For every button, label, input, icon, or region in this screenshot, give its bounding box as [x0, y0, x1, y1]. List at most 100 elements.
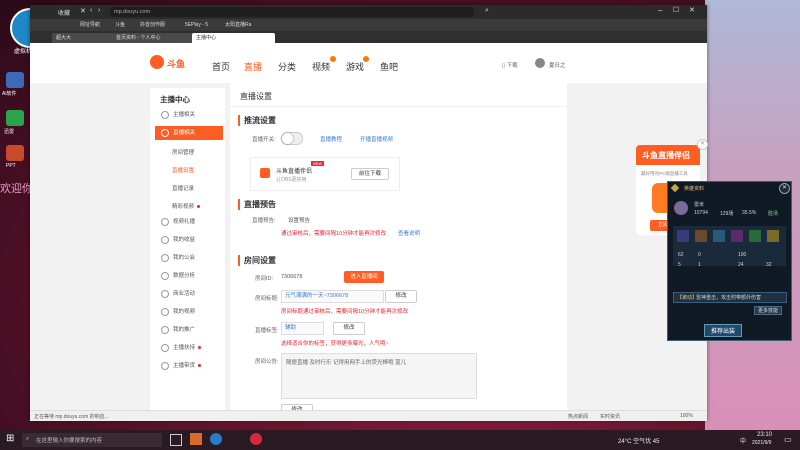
- sidebar-item-analytics[interactable]: 数据分析: [155, 269, 223, 283]
- live-toggle[interactable]: [281, 132, 303, 145]
- preview-help-link[interactable]: 查看说明: [398, 229, 420, 237]
- tab-item[interactable]: 超大大: [52, 33, 115, 43]
- stat-row: 5: [678, 262, 681, 268]
- recommend-build-button[interactable]: 推荐出装: [704, 324, 743, 337]
- notification-dot: [197, 205, 201, 209]
- status-news[interactable]: 热点新闻: [568, 413, 588, 420]
- bookmark-item[interactable]: 斗鱼: [115, 21, 125, 29]
- ime-indicator[interactable]: 中: [740, 436, 746, 445]
- bookmark-item[interactable]: 抖音创作服: [140, 21, 165, 29]
- nav-game[interactable]: 游戏: [346, 60, 364, 73]
- nav-home[interactable]: 首页: [212, 60, 230, 73]
- address-bar[interactable]: mp.douyu.com: [110, 7, 474, 17]
- preview-label: 直播预告:: [252, 218, 276, 224]
- room-title-field[interactable]: 元气满满的一天~7306678: [281, 290, 384, 303]
- record-link[interactable]: 开播直播视频: [360, 135, 393, 143]
- desktop-icon-ai[interactable]: [6, 72, 24, 88]
- preview-warning: 通过审核后，需要间隔10分钟才能再次修改: [281, 231, 387, 237]
- task-view-icon[interactable]: [170, 434, 182, 446]
- bookmark-item[interactable]: 5EPlay - 5: [185, 21, 208, 29]
- stat-row: 0: [698, 252, 701, 258]
- browser-window: 收藏 ✕ ‹ › mp.douyu.com ⌕ – ☐ ✕ 网址导航 斗鱼 抖音…: [30, 5, 708, 421]
- notice-textarea[interactable]: 随便直播 及时行乐 记得用网手上的荧光棒哦 蓝儿: [281, 353, 477, 399]
- taskbar-app-icon[interactable]: [210, 433, 222, 445]
- user-avatar[interactable]: [535, 58, 545, 68]
- menu-favorites[interactable]: 收藏: [58, 8, 70, 17]
- tab-item[interactable]: 首页资料 - 个人中心: [112, 33, 195, 43]
- download-button[interactable]: 前往下载: [351, 168, 389, 180]
- desktop-icon-xunlei[interactable]: [6, 110, 24, 126]
- user-name[interactable]: 夏日之: [549, 61, 566, 69]
- douyu-logo-icon[interactable]: [150, 55, 164, 69]
- windows-start-icon[interactable]: ⊞: [6, 433, 14, 444]
- sidebar-item-gift[interactable]: 视频礼播: [155, 215, 223, 229]
- sidebar-item-guild[interactable]: 我的公会: [155, 251, 223, 265]
- taskbar-app-icon[interactable]: [250, 433, 262, 445]
- notification-dot: [198, 364, 202, 368]
- maximize-icon[interactable]: ☐: [673, 6, 679, 14]
- nav-category[interactable]: 分类: [278, 60, 296, 73]
- companion-icon: [260, 168, 270, 178]
- sidebar-title: 主播中心: [160, 95, 190, 104]
- edit-category-button[interactable]: 修改: [333, 322, 365, 335]
- desktop-icon-ppt[interactable]: [6, 145, 24, 161]
- sidebar-item-commerce[interactable]: 主播带货: [155, 359, 223, 373]
- notification-dot: [198, 346, 202, 350]
- nav-video[interactable]: 视频: [312, 60, 330, 73]
- desktop-icon-label: 迅雷: [4, 129, 15, 135]
- edit-title-button[interactable]: 修改: [385, 290, 417, 303]
- close-tab-icon[interactable]: ✕: [80, 7, 86, 15]
- sidebar-subitem-videos[interactable]: 精彩视频: [172, 202, 201, 210]
- sidebar-item-support[interactable]: 主播扶持: [155, 341, 223, 355]
- sidebar-item-myvideos[interactable]: 我的视频: [155, 305, 223, 319]
- skill-icon: [713, 230, 725, 242]
- promo-subtitle: 最好用的PC端直播工具: [641, 171, 688, 176]
- bookmark-item[interactable]: 太阳直播Ra: [225, 21, 251, 29]
- clock-time[interactable]: 23:10: [757, 432, 772, 438]
- weather-text[interactable]: 24°C 空气优 45: [618, 436, 659, 445]
- download-link[interactable]: ▯ 下载: [502, 61, 518, 69]
- search-icon[interactable]: ⌕: [485, 7, 489, 15]
- sidebar-item-live[interactable]: 直播相关: [155, 126, 223, 140]
- tab-item-active[interactable]: 主播中心: [192, 33, 275, 43]
- preview-value[interactable]: 设置预告: [288, 216, 310, 224]
- sidebar-item-income[interactable]: 我的收益: [155, 233, 223, 247]
- room-id-label: 房间ID:: [255, 276, 274, 282]
- category-field[interactable]: 辅助: [281, 322, 324, 335]
- logo-text[interactable]: 斗鱼: [167, 57, 185, 70]
- sidebar-item-business[interactable]: 商业活动: [155, 287, 223, 301]
- sidebar-subitem-room[interactable]: 房间管理: [172, 148, 194, 156]
- sidebar-item-promo[interactable]: 我的推广: [155, 323, 223, 337]
- notice-text: 随便直播 及时行乐 记得用网手上的荧光棒哦 蓝儿: [286, 360, 407, 366]
- close-window-icon[interactable]: ✕: [689, 6, 695, 14]
- promo-close-icon[interactable]: ✕: [697, 139, 708, 150]
- status-info[interactable]: 实时资讯: [600, 413, 620, 420]
- stat-row: 100: [738, 252, 747, 258]
- tutorial-link[interactable]: 直播教程: [320, 135, 342, 143]
- clock-date[interactable]: 2021/9/9: [752, 440, 771, 446]
- group-icon: [161, 253, 169, 262]
- enter-room-button[interactable]: 进入直播间: [344, 271, 384, 283]
- sidebar-item-anchor[interactable]: 主播相关: [155, 108, 223, 122]
- taskbar-app-icon[interactable]: [190, 433, 202, 445]
- category-label: 直播标签:: [255, 328, 279, 334]
- notification-icon[interactable]: ▭: [784, 435, 792, 444]
- minimize-icon[interactable]: –: [658, 6, 662, 15]
- sidebar-subitem-records[interactable]: 直播记录: [172, 184, 194, 192]
- nav-fishbar[interactable]: 鱼吧: [380, 60, 398, 73]
- main-panel: 直播设置 推流设置 直播开关: 直播教程 开播直播视频 斗鱼直播伴侣 NEW 让…: [230, 82, 567, 418]
- hero-icon: [670, 183, 680, 193]
- desktop-icon-label: PPT: [6, 163, 16, 169]
- stat-value: 35.5%: [742, 210, 757, 216]
- panel-close-icon[interactable]: ✕: [779, 183, 790, 194]
- nav-live[interactable]: 直播: [244, 60, 262, 73]
- more-skills-button[interactable]: 更多技能: [754, 306, 783, 315]
- taskbar-search[interactable]: ⌕ 在这里输入你要搜索的内容: [22, 433, 162, 447]
- back-icon[interactable]: ‹: [90, 7, 92, 14]
- zoom-level[interactable]: 100%: [680, 413, 693, 419]
- sidebar-subitem-settings[interactable]: 直播设置: [172, 166, 194, 174]
- stat-value: 129场: [720, 211, 734, 217]
- bookmark-item[interactable]: 网址导航: [80, 21, 100, 29]
- rune-row[interactable]: 【被动】 雷神重击，攻击附带额外伤害: [673, 292, 787, 303]
- forward-icon[interactable]: ›: [98, 7, 100, 14]
